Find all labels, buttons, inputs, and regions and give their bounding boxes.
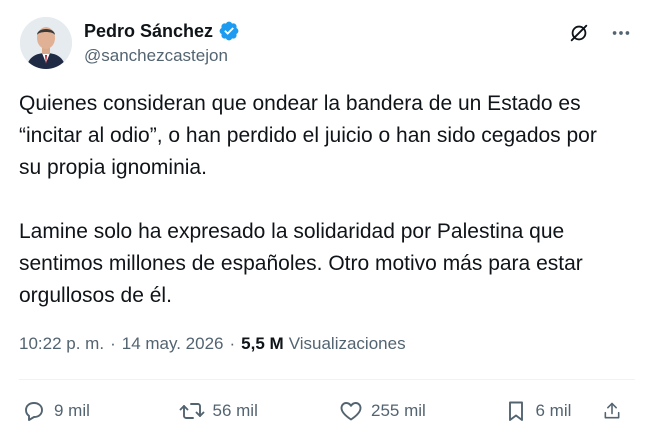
tweet-time[interactable]: 10:22 p. m. [19,334,104,354]
views-count: 5,5 M [241,334,284,353]
like-button[interactable]: 255 mil [339,399,449,423]
tweet-paragraph: Quienes consideran que ondear la bandera… [19,92,597,179]
bookmark-button[interactable]: 6 mil [504,399,584,423]
tweet-meta: 10:22 p. m. · 14 may. 2026 · 5,5 M Visua… [19,332,406,356]
more-icon[interactable] [607,19,635,47]
reply-count: 9 mil [54,401,90,420]
share-button[interactable] [602,399,630,423]
reply-icon [25,402,43,421]
grok-icon[interactable] [565,19,593,47]
tweet-header: Pedro Sánchez @sanchezcastejon [20,17,635,71]
header-actions [565,19,635,47]
repost-button[interactable]: 56 mil [179,399,279,423]
like-count: 255 mil [371,401,426,420]
repost-count: 56 mil [212,401,258,420]
tweet-date[interactable]: 14 may. 2026 [122,334,224,354]
avatar[interactable] [20,17,72,69]
views-label[interactable]: Visualizaciones [289,334,406,354]
author-names: Pedro Sánchez @sanchezcastejon [84,19,240,66]
reply-button[interactable]: 9 mil [22,399,112,423]
meta-separator: · [110,334,116,353]
tweet-actions-bar: 9 mil 56 mil 255 mil 6 mil [22,396,630,426]
share-icon [604,402,620,419]
like-icon [340,402,362,421]
tweet-text: Quienes consideran que ondear la bandera… [19,88,619,312]
verified-badge-icon [218,20,240,42]
divider [19,379,635,380]
repost-icon [179,403,204,419]
display-name[interactable]: Pedro Sánchez [84,21,213,42]
tweet-paragraph: Lamine solo ha expresado la solidaridad … [19,220,583,307]
meta-separator: · [229,334,236,353]
author-handle[interactable]: @sanchezcastejon [84,46,240,66]
bookmark-count: 6 mil [535,401,572,420]
bookmark-icon [508,401,523,421]
